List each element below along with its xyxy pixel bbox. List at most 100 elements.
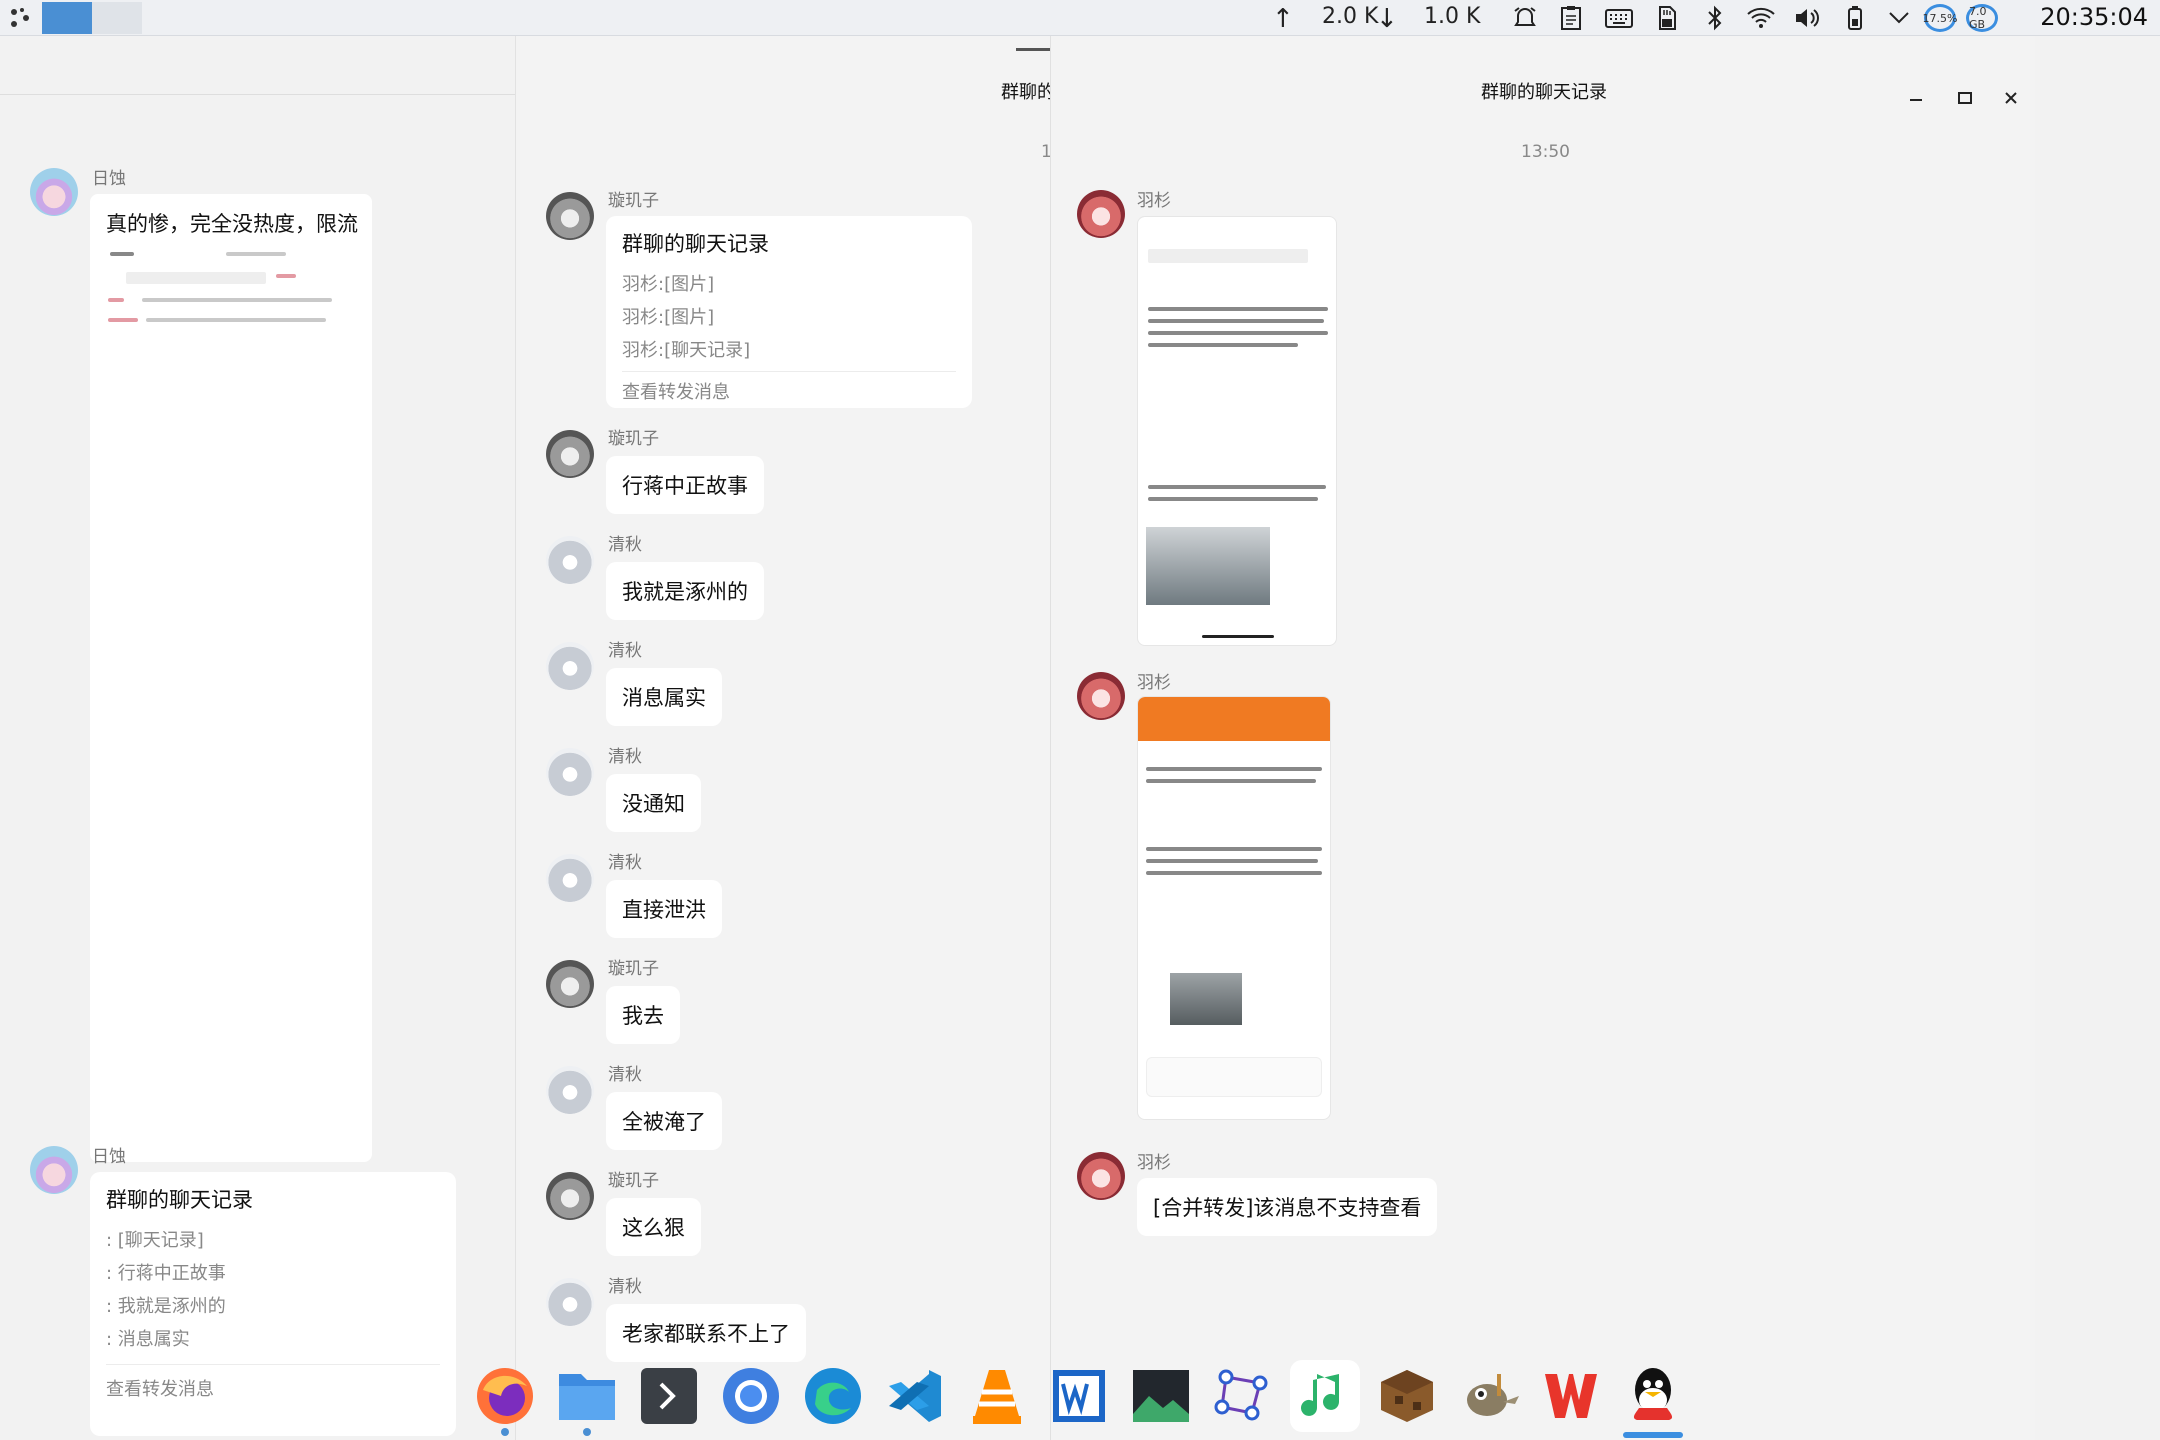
message-bubble[interactable]: 老家都联系不上了 xyxy=(606,1304,806,1362)
workspace-1[interactable] xyxy=(42,2,92,34)
avatar[interactable] xyxy=(30,1146,78,1194)
news-search-screenshot xyxy=(106,248,356,1148)
message-bubble[interactable]: [合并转发]该消息不支持查看 xyxy=(1137,1178,1438,1236)
clock[interactable]: 20:35:04 xyxy=(2040,3,2148,31)
download-speed: 1.0 K xyxy=(1424,4,1481,29)
firefox-icon[interactable] xyxy=(470,1360,540,1436)
music-icon[interactable] xyxy=(1290,1360,1360,1432)
sender-name: 清秋 xyxy=(608,747,642,767)
message-bubble[interactable]: 这么狠 xyxy=(606,1198,701,1256)
sd-card-icon[interactable] xyxy=(1652,4,1682,32)
keyboard-icon[interactable] xyxy=(1604,4,1634,32)
network-graph-icon[interactable] xyxy=(1208,1360,1278,1432)
volume-icon[interactable] xyxy=(1792,4,1822,32)
wifi-icon[interactable] xyxy=(1746,4,1776,32)
chromium-icon[interactable] xyxy=(716,1360,786,1432)
card-line: 羽杉:[图片] xyxy=(622,307,715,328)
sender-name: 清秋 xyxy=(608,853,642,873)
terminal-icon[interactable] xyxy=(634,1360,704,1432)
card-line: 羽杉:[图片] xyxy=(622,274,715,295)
message-bubble[interactable]: 我就是涿州的 xyxy=(606,562,764,620)
bluetooth-icon[interactable] xyxy=(1700,4,1730,32)
minimize-icon[interactable] xyxy=(1896,80,1936,116)
file-manager-icon[interactable] xyxy=(552,1360,622,1436)
avatar[interactable] xyxy=(546,536,594,584)
vlc-icon[interactable] xyxy=(962,1360,1032,1432)
weibo-screenshot-image[interactable] xyxy=(1137,216,1337,646)
message-bubble[interactable]: 消息属实 xyxy=(606,668,722,726)
sender-name: 羽杉 xyxy=(1137,191,1171,211)
window-title: 群聊的聊天记录 xyxy=(1481,82,1607,103)
message-bubble[interactable]: 直接泄洪 xyxy=(606,880,722,938)
cpu-usage-indicator[interactable]: 17.5% xyxy=(1923,4,1957,32)
avatar[interactable] xyxy=(546,1172,594,1220)
card-line: : 我就是涿州的 xyxy=(106,1296,226,1317)
upload-arrow-icon: ↑ xyxy=(1272,4,1294,34)
download-arrow-icon: ↓ xyxy=(1376,4,1398,34)
avatar[interactable] xyxy=(546,430,594,478)
avatar[interactable] xyxy=(1077,190,1125,238)
active-indicator xyxy=(1623,1432,1683,1438)
weather-alert-screenshot-image[interactable] xyxy=(1137,696,1331,1120)
running-indicator xyxy=(583,1428,591,1436)
sender-name: 璇玑子 xyxy=(608,191,659,211)
avatar[interactable] xyxy=(546,192,594,240)
avatar[interactable] xyxy=(546,854,594,902)
message-bubble[interactable]: 全被淹了 xyxy=(606,1092,722,1150)
chat-window-left: 日蚀 真的惨，完全没热度，限流 日蚀 群聊的聊天记录 : [聊天记录] : 行蒋… xyxy=(0,36,520,1440)
message-bubble[interactable]: 行蒋中正故事 xyxy=(606,456,764,514)
wps-office-icon[interactable] xyxy=(1536,1360,1606,1432)
avatar[interactable] xyxy=(546,1066,594,1114)
avatar[interactable] xyxy=(1077,1152,1125,1200)
avatar[interactable] xyxy=(546,1278,594,1326)
alarm-icon[interactable] xyxy=(1510,4,1540,32)
clipboard-icon[interactable] xyxy=(1556,4,1586,32)
avatar[interactable] xyxy=(546,642,594,690)
minecraft-icon[interactable] xyxy=(1372,1360,1442,1432)
gimp-icon[interactable] xyxy=(1454,1360,1524,1432)
card-title: 群聊的聊天记录 xyxy=(622,232,769,256)
qq-icon[interactable] xyxy=(1618,1360,1688,1438)
sender-name: 璇玑子 xyxy=(608,959,659,979)
forwarded-chat-card[interactable]: 群聊的聊天记录 羽杉:[图片] 羽杉:[图片] 羽杉:[聊天记录] 查看转发消息 xyxy=(606,216,972,408)
header-divider xyxy=(0,94,520,95)
view-forward-link[interactable]: 查看转发消息 xyxy=(622,371,956,404)
upload-speed: 2.0 K xyxy=(1322,4,1379,29)
sender-name: 璇玑子 xyxy=(608,1171,659,1191)
battery-icon[interactable] xyxy=(1840,4,1870,32)
running-indicator xyxy=(501,1428,509,1436)
chevron-down-icon[interactable] xyxy=(1884,4,1914,32)
avatar[interactable] xyxy=(30,168,78,216)
workspace-pager[interactable] xyxy=(42,2,142,34)
window-title: 群聊的 xyxy=(1001,82,1055,103)
launcher-icon[interactable] xyxy=(6,4,36,32)
dock xyxy=(470,1360,1700,1440)
message-bubble[interactable]: 我去 xyxy=(606,986,680,1044)
maximize-icon[interactable] xyxy=(1945,80,1985,116)
sender-name: 羽杉 xyxy=(1137,673,1171,693)
view-forward-link[interactable]: 查看转发消息 xyxy=(106,1364,440,1401)
image-viewer-icon[interactable] xyxy=(1126,1360,1196,1432)
avatar[interactable] xyxy=(546,960,594,1008)
card-line: : 行蒋中正故事 xyxy=(106,1263,226,1284)
vscode-icon[interactable] xyxy=(880,1360,950,1432)
sender-name: 清秋 xyxy=(608,1277,642,1297)
sender-name: 清秋 xyxy=(608,641,642,661)
card-line: 羽杉:[聊天记录] xyxy=(622,340,751,361)
workspace-2[interactable] xyxy=(92,2,142,34)
message-bubble[interactable]: 没通知 xyxy=(606,774,701,832)
message-text: 真的惨，完全没热度，限流 xyxy=(106,212,358,236)
avatar[interactable] xyxy=(546,748,594,796)
sender-name: 璇玑子 xyxy=(608,429,659,449)
card-title: 群聊的聊天记录 xyxy=(106,1188,253,1212)
avatar[interactable] xyxy=(1077,672,1125,720)
close-icon[interactable] xyxy=(1991,80,2031,116)
top-panel: ↑ 2.0 K ↓ 1.0 K 17.5% 7.0 GB 20:35:04 xyxy=(0,0,2160,36)
sender-name: 清秋 xyxy=(608,1065,642,1085)
edge-icon[interactable] xyxy=(798,1360,868,1432)
message-bubble-with-image[interactable]: 真的惨，完全没热度，限流 xyxy=(90,194,372,1162)
card-line: : [聊天记录] xyxy=(106,1230,204,1251)
forwarded-chat-card[interactable]: 群聊的聊天记录 : [聊天记录] : 行蒋中正故事 : 我就是涿州的 : 消息属… xyxy=(90,1172,456,1436)
memory-usage-indicator[interactable]: 7.0 GB xyxy=(1966,4,1998,32)
wps-writer-icon[interactable] xyxy=(1044,1360,1114,1432)
